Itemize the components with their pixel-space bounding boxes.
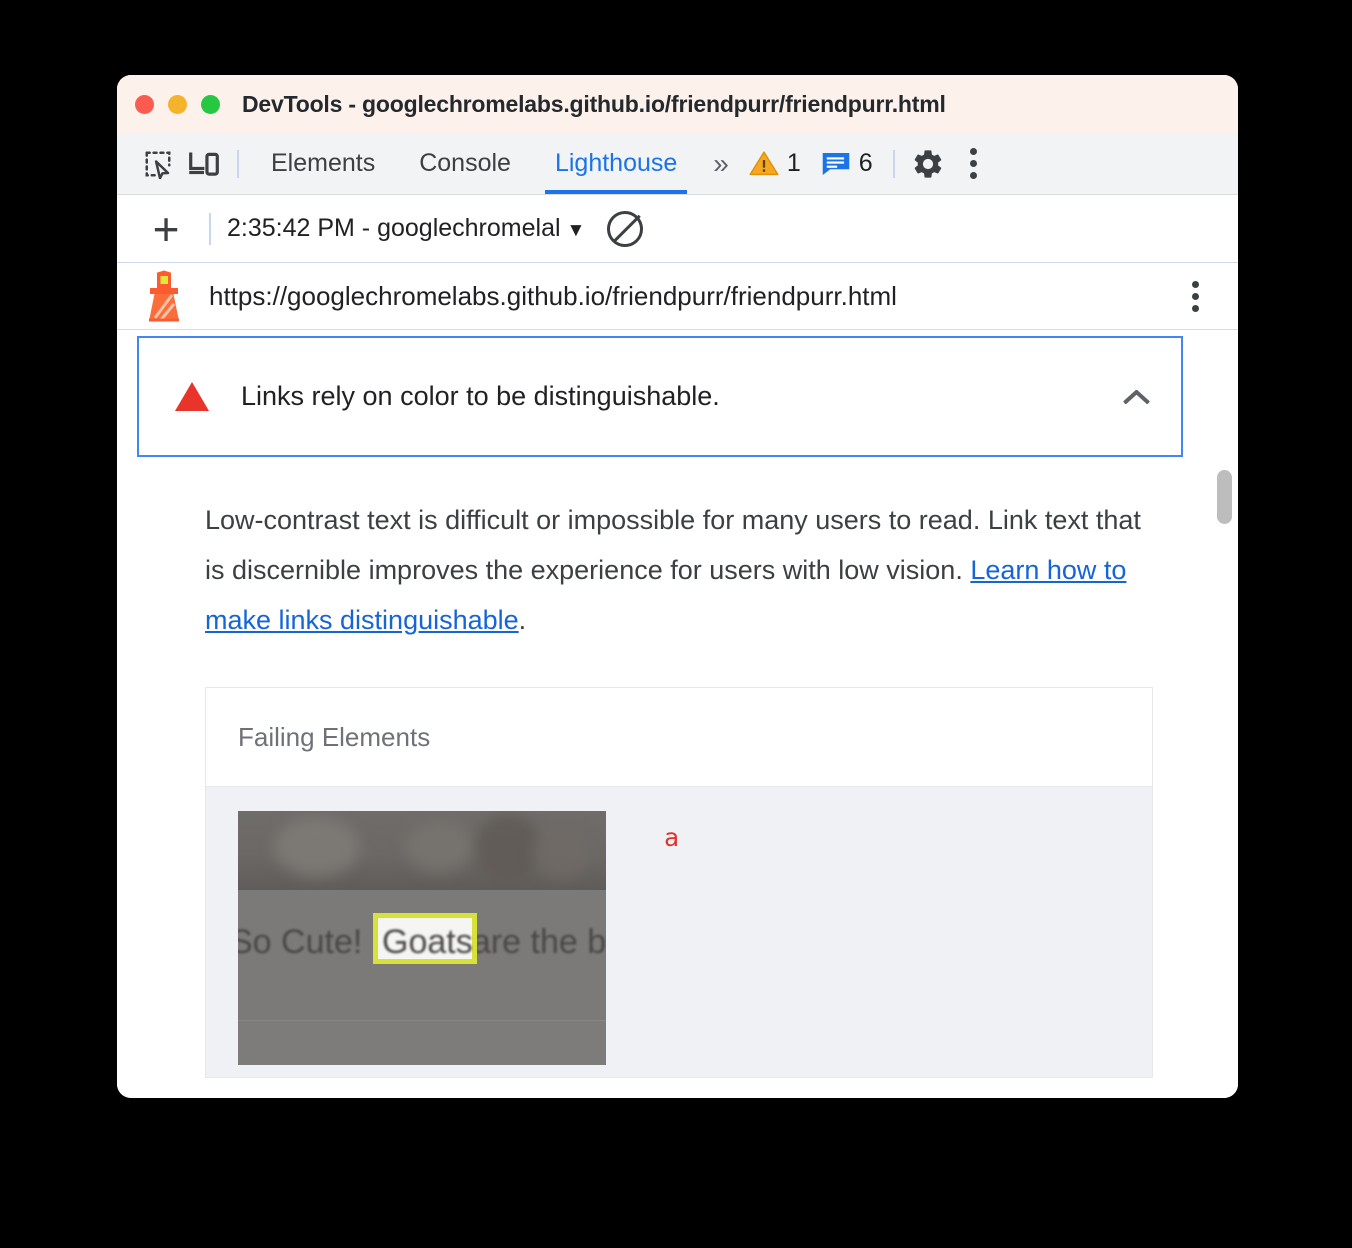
report-body: Links rely on color to be distinguishabl…: [117, 330, 1238, 1098]
message-count-indicator[interactable]: 6: [811, 149, 883, 178]
toolbar-divider: [237, 149, 239, 178]
table-row: So Cute! Goats are the b Goats a: [206, 787, 1152, 1077]
warning-count: 1: [786, 149, 801, 177]
lighthouse-icon: [149, 270, 179, 322]
maximize-window-button[interactable]: [201, 94, 220, 114]
audit-description-after: .: [518, 605, 527, 635]
window-title-bar: DevTools - googlechromelabs.github.io/fr…: [117, 75, 1238, 133]
message-icon: [822, 152, 850, 175]
chevron-up-icon[interactable]: [1123, 389, 1149, 404]
devtools-window: DevTools - googlechromelabs.github.io/fr…: [117, 75, 1238, 1098]
element-screenshot-thumbnail[interactable]: So Cute! Goats are the b Goats: [238, 811, 606, 1065]
chevron-double-right-icon[interactable]: »: [699, 148, 739, 180]
thumbnail-blur-blob: [274, 817, 360, 877]
red-warning-triangle-icon: [175, 382, 209, 411]
failing-element-selector[interactable]: a: [664, 823, 679, 852]
thumbnail-image-region: [238, 811, 606, 890]
message-count: 6: [858, 149, 873, 177]
audit-title: Links rely on color to be distinguishabl…: [241, 381, 720, 411]
devtools-tab-strip: Elements Console Lighthouse » 1 6: [117, 133, 1238, 195]
thumbnail-footer-region: [238, 1020, 606, 1065]
audit-description: Low-contrast text is difficult or imposs…: [205, 495, 1165, 645]
tab-elements[interactable]: Elements: [249, 133, 397, 194]
tab-console[interactable]: Console: [397, 133, 533, 194]
gear-icon[interactable]: [905, 141, 951, 187]
window-title: DevTools - googlechromelabs.github.io/fr…: [242, 90, 946, 117]
report-selector-value: 2:35:42 PM - googlechromelal: [227, 214, 561, 242]
warning-count-indicator[interactable]: 1: [739, 149, 811, 178]
device-toolbar-icon[interactable]: [181, 141, 227, 187]
traffic-light-buttons: [135, 94, 220, 114]
thumbnail-text-suffix: are the b: [462, 923, 606, 961]
caret-down-icon: ▼: [566, 220, 586, 241]
no-entry-icon[interactable]: [607, 210, 644, 247]
column-header-failing-elements: Failing Elements: [238, 721, 431, 752]
thumbnail-blur-blob: [404, 821, 474, 873]
failing-elements-table: Failing Elements So Cute! are the b Goat…: [205, 687, 1153, 1078]
thumbnail-text-prefix: So Cute!: [238, 923, 372, 961]
thumbnail-blur-blob: [534, 827, 590, 879]
close-window-button[interactable]: [135, 94, 154, 114]
report-url: https://googlechromelabs.github.io/frien…: [209, 280, 897, 311]
plus-icon[interactable]: +: [139, 206, 193, 252]
warning-triangle-icon: [749, 151, 779, 176]
toolbar-divider-2: [892, 149, 895, 178]
report-scrollbar[interactable]: [1208, 330, 1238, 1098]
scrollbar-thumb[interactable]: [1217, 470, 1232, 524]
thumbnail-blur-blob: [476, 815, 540, 881]
audit-header[interactable]: Links rely on color to be distinguishabl…: [137, 336, 1183, 457]
devtools-kebab-menu-icon[interactable]: [951, 141, 997, 187]
table-header-row: Failing Elements: [206, 688, 1152, 787]
screen: DevTools - googlechromelabs.github.io/fr…: [0, 0, 1352, 1248]
report-selector[interactable]: 2:35:42 PM - googlechromelal ▼: [227, 214, 585, 243]
inspect-element-icon[interactable]: [135, 141, 181, 187]
minimize-window-button[interactable]: [168, 94, 187, 114]
lighthouse-toolbar-divider: [209, 212, 211, 245]
report-url-bar: https://googlechromelabs.github.io/frien…: [117, 263, 1238, 330]
highlighted-link-text: Goats: [382, 923, 473, 961]
tab-lighthouse[interactable]: Lighthouse: [533, 133, 699, 194]
report-kebab-menu-icon[interactable]: [1172, 273, 1218, 319]
report-scroll-area: Links rely on color to be distinguishabl…: [117, 330, 1208, 1098]
lighthouse-toolbar: + 2:35:42 PM - googlechromelal ▼: [117, 195, 1238, 263]
